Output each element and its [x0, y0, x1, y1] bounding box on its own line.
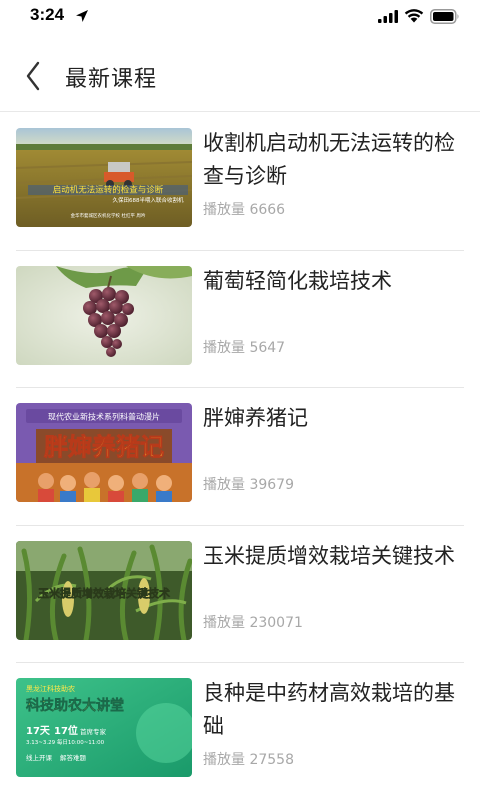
- lecture-poster-image: 黑龙江科技助农 科技助农大讲堂 17天 17位 首席专家 3.13~3.29 每…: [16, 678, 192, 777]
- course-title: 收割机启动机无法运转的检查与诊断: [203, 131, 455, 188]
- page-title: 最新课程: [65, 67, 158, 92]
- location-arrow-icon: [76, 10, 88, 22]
- chevron-left-icon: [26, 61, 40, 91]
- play-count: 播放量 230071: [203, 612, 303, 632]
- cartoon-banner-image: 现代农业新技术系列科普动漫片 胖婶养猪记: [16, 403, 192, 502]
- course-title: 胖婶养猪记: [203, 406, 308, 430]
- poster-title: 科技助农大讲堂: [26, 697, 124, 714]
- thumbnail-credit: 金华市婺城区农机化学校 杜红平 周吟: [71, 212, 146, 219]
- thumbnail-banner: 现代农业新技术系列科普动漫片: [48, 412, 160, 422]
- course-item[interactable]: 玉米提质增效栽培关键技术 玉米提质增效栽培关键技术 播放量 230071: [16, 526, 464, 663]
- thumbnail-caption: 启动机无法运转的检查与诊断: [53, 185, 164, 196]
- status-time: 3:24: [30, 5, 65, 24]
- play-count-label: 播放量: [203, 752, 245, 768]
- play-count-label: 播放量: [203, 614, 245, 631]
- course-thumbnail: 现代农业新技术系列科普动漫片 胖婶养猪记: [16, 403, 192, 502]
- wifi-icon: [404, 9, 424, 23]
- poster-bottom-right: 解答难题: [60, 753, 87, 762]
- play-count-label: 播放量: [203, 477, 245, 493]
- course-title: 良种是中药材高效栽培的基础: [203, 681, 455, 738]
- course-thumbnail: 黑龙江科技助农 科技助农大讲堂 17天 17位 首席专家 3.13~3.29 每…: [16, 678, 192, 777]
- play-count: 播放量 27558: [203, 749, 294, 769]
- course-item[interactable]: 现代农业新技术系列科普动漫片 胖婶养猪记 胖婶养猪记 播放量 39679: [16, 388, 464, 526]
- thumbnail-subcaption: 久保田688半喂入联合收割机: [113, 196, 184, 204]
- play-count-value: 39679: [249, 477, 294, 493]
- poster-days: 17天: [26, 725, 51, 737]
- grape-cluster-image: [16, 265, 192, 365]
- poster-top-text: 黑龙江科技助农: [26, 684, 75, 693]
- poster-experts: 17位: [54, 724, 78, 737]
- status-bar: 3:24: [0, 0, 480, 34]
- play-count: 播放量 39679: [203, 474, 294, 494]
- nav-bar: 最新课程: [0, 44, 480, 112]
- play-count-value: 27558: [249, 752, 294, 768]
- course-item[interactable]: 启动机无法运转的检查与诊断 久保田688半喂入联合收割机 金华市婺城区农机化学校…: [16, 113, 464, 251]
- course-item[interactable]: 黑龙江科技助农 科技助农大讲堂 17天 17位 首席专家 3.13~3.29 每…: [16, 663, 464, 800]
- play-count-label: 播放量: [203, 339, 245, 356]
- poster-bottom-left: 线上开课: [26, 753, 53, 762]
- play-count: 播放量 6666: [203, 199, 285, 219]
- battery-icon: [430, 9, 459, 24]
- course-list: 启动机无法运转的检查与诊断 久保田688半喂入联合收割机 金华市婺城区农机化学校…: [0, 113, 480, 800]
- poster-experts-label: 首席专家: [80, 727, 107, 736]
- thumbnail-caption: 玉米提质增效栽培关键技术: [38, 586, 170, 600]
- course-thumbnail: [16, 265, 192, 365]
- harvester-field-image: 启动机无法运转的检查与诊断 久保田688半喂入联合收割机 金华市婺城区农机化学校…: [16, 128, 192, 227]
- play-count-value: 230071: [249, 614, 303, 631]
- course-title: 玉米提质增效栽培关键技术: [203, 543, 455, 568]
- thumbnail-title: 胖婶养猪记: [44, 432, 164, 461]
- play-count: 播放量 5647: [203, 337, 285, 357]
- course-thumbnail: 启动机无法运转的检查与诊断 久保田688半喂入联合收割机 金华市婺城区农机化学校…: [16, 128, 192, 227]
- course-title: 葡萄轻简化栽培技术: [203, 268, 392, 293]
- back-button[interactable]: [18, 58, 54, 94]
- play-count-value: 5647: [249, 339, 286, 356]
- poster-dates: 3.13~3.29 每日10:00~11:00: [26, 738, 105, 746]
- play-count-label: 播放量: [203, 202, 245, 218]
- course-item[interactable]: 葡萄轻简化栽培技术 播放量 5647: [16, 251, 464, 388]
- cellular-signal-icon: [378, 10, 398, 23]
- corn-field-image: 玉米提质增效栽培关键技术: [16, 540, 192, 640]
- play-count-value: 6666: [249, 202, 286, 218]
- course-thumbnail: 玉米提质增效栽培关键技术: [16, 540, 192, 640]
